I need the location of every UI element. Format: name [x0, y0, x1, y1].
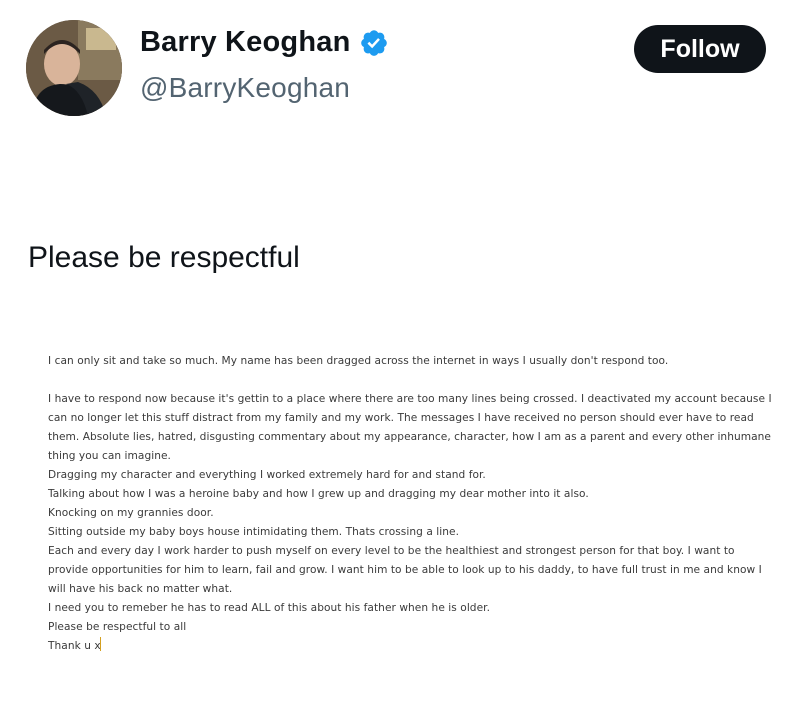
- user-handle[interactable]: @BarryKeoghan: [140, 72, 350, 104]
- display-name[interactable]: Barry Keoghan: [140, 26, 351, 59]
- verified-badge-icon: [359, 28, 389, 58]
- text-cursor: [99, 637, 101, 651]
- note-intro: I can only sit and take so much. My name…: [48, 355, 669, 367]
- note-spacer: [48, 371, 776, 390]
- tweet-text-line: Please be respectful: [28, 241, 300, 274]
- note-line: Each and every day I work harder to push…: [48, 545, 762, 595]
- note-line: Sitting outside my baby boys house intim…: [48, 526, 460, 538]
- note-line: Knocking on my grannies door.: [48, 507, 214, 519]
- note-line: Please be respectful to all: [48, 621, 187, 633]
- avatar[interactable]: [26, 20, 122, 116]
- avatar-photo-icon: [26, 20, 122, 116]
- follow-button[interactable]: Follow: [634, 25, 766, 73]
- note-text: I can only sit and take so much. My name…: [48, 352, 776, 656]
- note-line: I have to respond now because it's getti…: [48, 393, 772, 462]
- note-line: I need you to remeber he has to read ALL…: [48, 602, 491, 614]
- name-row: Barry Keoghan: [140, 26, 389, 59]
- attached-note-image[interactable]: I can only sit and take so much. My name…: [26, 300, 776, 690]
- tweet-header: Barry Keoghan @BarryKeoghan Follow: [0, 0, 800, 140]
- note-line: Thank u x: [48, 640, 101, 652]
- note-line: Talking about how I was a heroine baby a…: [48, 488, 589, 500]
- note-line-last: Thank u x: [48, 637, 776, 656]
- note-line: Dragging my character and everything I w…: [48, 469, 486, 481]
